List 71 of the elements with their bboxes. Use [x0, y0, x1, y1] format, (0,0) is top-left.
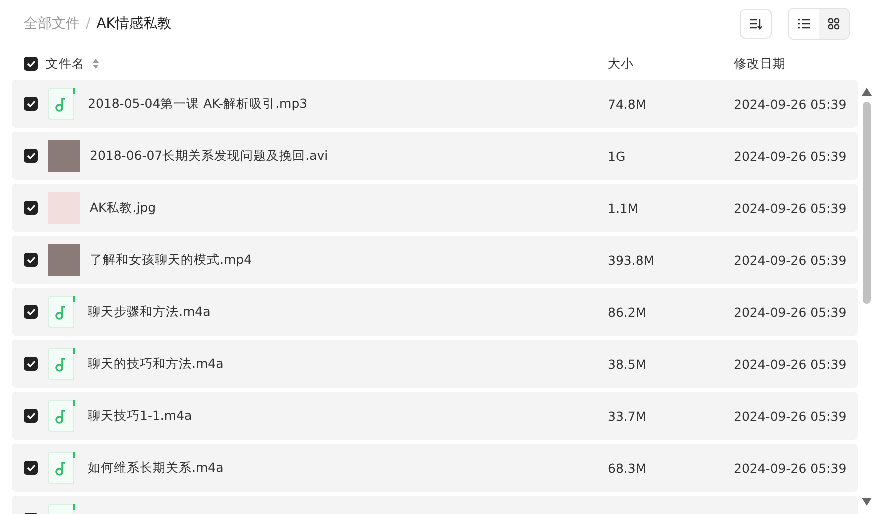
file-size: 33.7M: [608, 408, 647, 424]
modified-date: 2024-09-26 05:39: [734, 460, 847, 476]
file-name: 如何维系长期关系.m4a: [88, 460, 224, 476]
file-row[interactable]: 了解和女孩聊天的模式.mp4 393.8M 2024-09-26 05:39: [12, 236, 858, 284]
file-row[interactable]: 2018-05-04第一课 AK-解析吸引.mp3 74.8M 2024-09-26 05:39: [12, 80, 858, 128]
column-header: 大小: [608, 56, 634, 70]
checkmark-icon: [26, 60, 36, 68]
checkmark-icon: [26, 204, 36, 212]
file-name: AK私教.jpg: [90, 200, 156, 216]
file-row[interactable]: 聊天技巧1-1.m4a 33.7M 2024-09-26 05:39: [12, 392, 858, 440]
file-row[interactable]: 聊天步骤和方法.m4a 86.2M 2024-09-26 05:39: [12, 288, 858, 336]
music-file-icon: [48, 88, 76, 120]
breadcrumb-item[interactable]: AK情感私教: [96, 15, 172, 33]
file-name: 2018-05-04第一课 AK-解析吸引.mp3: [88, 96, 308, 112]
scroll-down-icon[interactable]: [862, 498, 872, 506]
file-name: 2018-06-07长期关系发现问题及挽回.avi: [90, 148, 328, 164]
column-header[interactable]: 文件名: [46, 56, 85, 72]
breadcrumb-separator: /: [86, 16, 91, 32]
file-size: 68.3M: [608, 460, 647, 476]
row-checkbox[interactable]: [24, 305, 38, 319]
sort-icon[interactable]: [93, 59, 99, 69]
modified-date: 2024-09-26 05:39: [734, 148, 847, 164]
checkmark-icon: [26, 152, 36, 160]
file-size: 38.5M: [608, 356, 647, 372]
checkmark-icon: [26, 308, 36, 316]
music-file-icon: [48, 348, 76, 380]
file-row[interactable]: 聊天的技巧和方法.m4a 38.5M 2024-09-26 05:39: [12, 340, 858, 388]
file-size: 1G: [608, 148, 626, 164]
list-view-button[interactable]: [789, 9, 819, 39]
sort-button[interactable]: [740, 9, 772, 39]
music-file-icon: [48, 452, 76, 484]
row-checkbox[interactable]: [24, 97, 38, 111]
modified-date: 2024-09-26 05:39: [734, 408, 847, 424]
file-name: 聊天的技巧和方法.m4a: [88, 356, 224, 372]
sort-icon: [749, 18, 763, 30]
file-name: 聊天步骤和方法.m4a: [88, 304, 211, 320]
row-checkbox[interactable]: [24, 201, 38, 215]
file-size: 1.1M: [608, 200, 639, 216]
scroll-up-icon[interactable]: [862, 88, 872, 96]
checkmark-icon: [26, 412, 36, 420]
modified-date: 2024-09-26 05:39: [734, 252, 847, 268]
checkmark-icon: [26, 464, 36, 472]
grid-icon: [828, 18, 840, 30]
row-checkbox[interactable]: [24, 149, 38, 163]
file-size: 393.8M: [608, 252, 655, 268]
file-name: 了解和女孩聊天的模式.mp4: [90, 252, 252, 268]
music-file-icon: [48, 400, 76, 432]
file-size: 86.2M: [608, 304, 647, 320]
modified-date: 2024-09-26 05:39: [734, 356, 847, 372]
file-size: 74.8M: [608, 96, 647, 112]
row-checkbox[interactable]: [24, 253, 38, 267]
list-icon: [798, 19, 810, 29]
checkmark-icon: [26, 100, 36, 108]
file-row[interactable]: AK私教.jpg 1.1M 2024-09-26 05:39: [12, 184, 858, 232]
modified-date: 2024-09-26 05:39: [734, 200, 847, 216]
modified-date: 2024-09-26 05:39: [734, 96, 847, 112]
checkmark-icon: [26, 360, 36, 368]
scrollbar-thumb[interactable]: [863, 102, 871, 304]
photo-placeholder: [48, 244, 80, 276]
photo-placeholder: [48, 140, 80, 172]
checkmark-icon: [26, 256, 36, 264]
file-name: 聊天技巧1-1.m4a: [88, 408, 192, 424]
modified-date: 2024-09-26 05:39: [734, 304, 847, 320]
select-all-checkbox[interactable]: [24, 57, 38, 71]
column-header: 修改日期: [734, 56, 786, 70]
row-checkbox[interactable]: [24, 461, 38, 475]
file-row[interactable]: 2018-06-07长期关系发现问题及挽回.avi 1G 2024-09-26 05:39: [12, 132, 858, 180]
row-checkbox[interactable]: [24, 357, 38, 371]
music-file-icon: [48, 296, 76, 328]
row-checkbox[interactable]: [24, 409, 38, 423]
file-row[interactable]: 如何维系长期关系.m4a 68.3M 2024-09-26 05:39: [12, 444, 858, 492]
